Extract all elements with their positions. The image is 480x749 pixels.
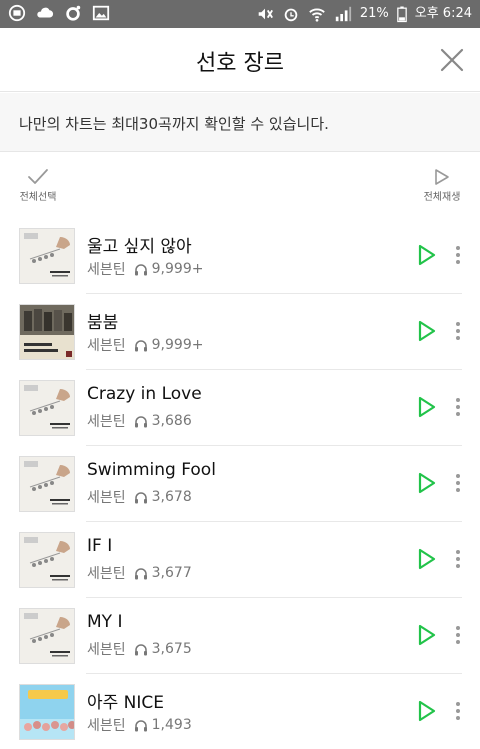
play-count: 9,999+ [134,337,204,353]
play-count: 3,686 [134,413,192,429]
song-row[interactable]: 아주 NICE 세븐틴 1,493 [0,674,480,749]
play-count: 3,677 [134,565,192,581]
status-time: 오후 6:24 [414,6,472,21]
song-meta: 세븐틴 1,493 [87,715,192,735]
song-title: IF I [87,536,113,556]
play-count-value: 3,686 [151,413,192,429]
album-art[interactable] [19,456,75,512]
more-options-icon[interactable] [452,548,464,570]
checkmark-icon [28,169,48,184]
battery-icon [396,6,407,23]
song-meta: 세븐틴 9,999+ [87,259,203,279]
more-options-icon[interactable] [452,320,464,342]
select-all-button[interactable]: 전체선택 [16,168,60,203]
play-icon[interactable] [418,244,436,266]
album-art[interactable] [19,304,75,360]
album-art[interactable] [19,380,75,436]
play-count-value: 9,999+ [151,337,204,353]
more-options-icon[interactable] [452,624,464,646]
play-all-label: 전체재생 [423,192,461,203]
play-count: 3,675 [134,641,192,657]
play-outline-icon [435,169,449,185]
play-icon[interactable] [418,548,436,570]
headphones-icon [134,567,147,579]
close-icon[interactable] [438,46,466,74]
page-title: 선호 장르 [196,51,284,76]
song-title: 아주 NICE [87,693,165,713]
play-count-value: 3,675 [151,641,192,657]
song-title: 붐붐 [87,313,119,333]
wifi-icon [309,8,325,22]
headphones-icon [134,643,147,655]
song-title: 울고 싶지 않아 [87,237,192,257]
image-icon [92,5,110,21]
song-meta: 세븐틴 3,677 [87,563,192,583]
song-meta: 세븐틴 3,686 [87,411,192,431]
song-row[interactable]: Swimming Fool 세븐틴 3,678 [0,446,480,522]
headphones-icon [134,415,147,427]
mute-icon [258,8,273,20]
song-meta: 세븐틴 9,999+ [87,335,203,355]
play-icon[interactable] [418,320,436,342]
song-list: 울고 싶지 않아 세븐틴 9,999+ 붐붐 세븐틴 9,999+ Crazy in Lov… [0,218,480,749]
song-meta: 세븐틴 3,675 [87,639,192,659]
more-options-icon[interactable] [452,700,464,722]
song-title: Crazy in Love [87,384,202,404]
headphones-icon [134,491,147,503]
song-row[interactable]: IF I 세븐틴 3,677 [0,522,480,598]
song-row[interactable]: 울고 싶지 않아세븐틴 9,999+ [0,218,480,294]
artist-name: 세븐틴 [87,642,126,658]
headphones-icon [134,263,147,275]
album-art[interactable] [19,532,75,588]
artist-name: 세븐틴 [87,338,126,354]
song-row[interactable]: 붐붐세븐틴 9,999+ [0,294,480,370]
artist-name: 세븐틴 [87,490,126,506]
alarm-icon [284,8,298,22]
play-icon[interactable] [418,624,436,646]
select-all-label: 전체선택 [19,192,57,203]
song-title: MY I [87,612,123,632]
artist-name: 세븐틴 [87,718,126,734]
album-art[interactable] [19,608,75,664]
headphones-icon [134,339,147,351]
song-meta: 세븐틴 3,678 [87,487,192,507]
song-row[interactable]: MY I 세븐틴 3,675 [0,598,480,674]
info-banner: 나만의 차트는 최대30곡까지 확인할 수 있습니다. [0,93,480,152]
cloud-icon [37,7,54,18]
signal-icon [335,6,351,22]
app-icon [8,4,26,22]
circle-icon [66,5,81,21]
more-options-icon[interactable] [452,472,464,494]
play-count-value: 9,999+ [151,261,204,277]
status-bar-left [8,4,110,22]
album-art[interactable] [19,684,75,740]
artist-name: 세븐틴 [87,414,126,430]
headphones-icon [134,719,147,731]
song-row[interactable]: Crazy in Love 세븐틴 3,686 [0,370,480,446]
battery-percent: 21% [359,6,389,21]
play-count: 3,678 [134,489,192,505]
play-icon[interactable] [418,396,436,418]
status-bar-right: 21% 오후 6:24 [256,4,472,24]
app-header: 선호 장르 [0,28,480,92]
play-count-value: 1,493 [151,717,192,733]
more-options-icon[interactable] [452,396,464,418]
artist-name: 세븐틴 [87,262,126,278]
play-count: 1,493 [134,717,192,733]
info-text: 나만의 차트는 최대30곡까지 확인할 수 있습니다. [19,115,329,133]
status-bar: 21% 오후 6:24 [0,0,480,28]
song-title: Swimming Fool [87,460,216,480]
play-icon[interactable] [418,472,436,494]
play-count: 9,999+ [134,261,204,277]
play-count-value: 3,677 [151,565,192,581]
play-count-value: 3,678 [151,489,192,505]
play-all-button[interactable]: 전체재생 [420,168,464,203]
artist-name: 세븐틴 [87,566,126,582]
more-options-icon[interactable] [452,244,464,266]
play-icon[interactable] [418,700,436,722]
album-art[interactable] [19,228,75,284]
